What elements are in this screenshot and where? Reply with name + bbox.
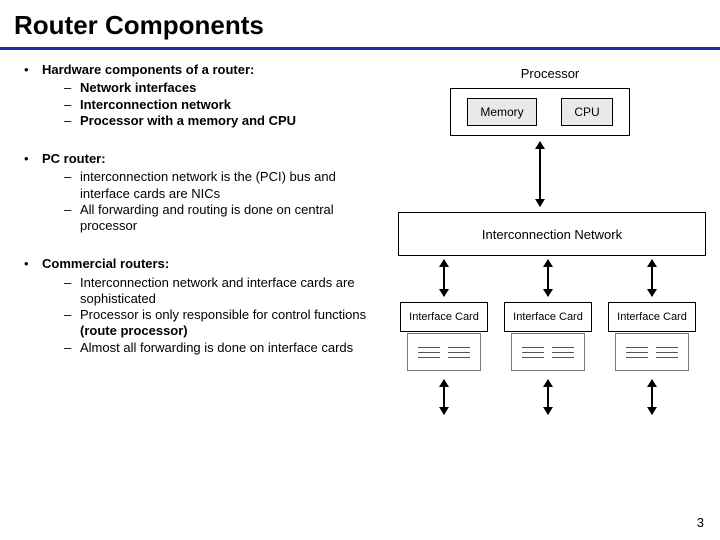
arrow-interconnect-card3 — [651, 260, 653, 296]
bullet-body: Commercial routers:–Interconnection netw… — [42, 256, 384, 356]
sub-item: –All forwarding and routing is done on c… — [42, 202, 384, 235]
sub-list: –Network interfaces–Interconnection netw… — [42, 80, 384, 129]
card2-table-icon — [511, 333, 585, 371]
sub-item: –Interconnection network and interface c… — [42, 275, 384, 308]
bullet-row: •Commercial routers:–Interconnection net… — [24, 256, 384, 356]
interface-card-1: Interface Card — [400, 302, 488, 332]
sub-text: All forwarding and routing is done on ce… — [80, 202, 384, 235]
interface-card-2: Interface Card — [504, 302, 592, 332]
interface-card-3: Interface Card — [608, 302, 696, 332]
sub-item: –Network interfaces — [42, 80, 384, 96]
slide: Router Components •Hardware components o… — [0, 0, 720, 540]
dash-icon: – — [64, 202, 80, 218]
dash-icon: – — [64, 97, 80, 113]
sub-text: Almost all forwarding is done on interfa… — [80, 340, 384, 356]
cpu-chip: CPU — [561, 98, 612, 126]
dash-icon: – — [64, 307, 80, 323]
section-0: •Hardware components of a router:–Networ… — [24, 62, 384, 129]
section-lead: PC router: — [42, 151, 384, 167]
page-number: 3 — [697, 515, 704, 530]
sub-list: –Interconnection network and interface c… — [42, 275, 384, 356]
sub-item: –Processor with a memory and CPU — [42, 113, 384, 129]
sub-item: –Interconnection network — [42, 97, 384, 113]
dash-icon: – — [64, 340, 80, 356]
router-diagram: Processor Memory CPU Interconnection Net… — [390, 62, 710, 422]
section-lead: Hardware components of a router: — [42, 62, 384, 78]
sub-item: –interconnection network is the (PCI) bu… — [42, 169, 384, 202]
page-title: Router Components — [0, 0, 720, 47]
dash-icon: – — [64, 80, 80, 96]
sub-text: interconnection network is the (PCI) bus… — [80, 169, 384, 202]
bullet-row: •PC router: –interconnection network is t… — [24, 151, 384, 234]
sub-text: Interconnection network — [80, 97, 384, 113]
sub-text: Processor with a memory and CPU — [80, 113, 384, 129]
bullet-body: PC router: –interconnection network is th… — [42, 151, 384, 234]
arrow-interconnect-card2 — [547, 260, 549, 296]
text-column: •Hardware components of a router:–Networ… — [0, 62, 384, 378]
interconnect-box: Interconnection Network — [398, 212, 706, 256]
sub-text: Network interfaces — [80, 80, 384, 96]
card3-table-icon — [615, 333, 689, 371]
bullet-dot-icon: • — [24, 151, 42, 167]
bullet-body: Hardware components of a router:–Network… — [42, 62, 384, 129]
bullet-row: •Hardware components of a router:–Networ… — [24, 62, 384, 129]
sub-text: Interconnection network and interface ca… — [80, 275, 384, 308]
arrow-external-3 — [651, 380, 653, 414]
dash-icon: – — [64, 275, 80, 291]
interface-card-2-label: Interface Card — [513, 311, 583, 323]
dash-icon: – — [64, 169, 80, 185]
sub-list: –interconnection network is the (PCI) bu… — [42, 169, 384, 234]
section-1: •PC router: –interconnection network is t… — [24, 151, 384, 234]
arrow-external-2 — [547, 380, 549, 414]
arrow-interconnect-card1 — [443, 260, 445, 296]
content-row: •Hardware components of a router:–Networ… — [0, 62, 720, 422]
processor-label: Processor — [390, 66, 710, 81]
title-rule — [0, 47, 720, 50]
sub-text: Processor is only responsible for contro… — [80, 307, 384, 340]
interface-card-1-label: Interface Card — [409, 311, 479, 323]
arrow-external-1 — [443, 380, 445, 414]
arrow-proc-to-interconnect — [539, 142, 541, 206]
dash-icon: – — [64, 113, 80, 129]
memory-chip: Memory — [467, 98, 536, 126]
interface-card-3-label: Interface Card — [617, 311, 687, 323]
card1-table-icon — [407, 333, 481, 371]
processor-box: Memory CPU — [450, 88, 630, 136]
sub-item: –Almost all forwarding is done on interf… — [42, 340, 384, 356]
section-lead: Commercial routers: — [42, 256, 384, 272]
section-2: •Commercial routers:–Interconnection net… — [24, 256, 384, 356]
sub-item: –Processor is only responsible for contr… — [42, 307, 384, 340]
bullet-dot-icon: • — [24, 62, 42, 78]
bullet-dot-icon: • — [24, 256, 42, 272]
